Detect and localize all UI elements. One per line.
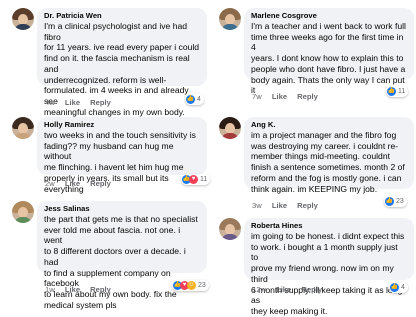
comment-time[interactable]: 12w xyxy=(252,285,266,294)
comment-bubble: Dr. Patricia Wen I'm a clinical psycholo… xyxy=(37,8,207,138)
love-reaction-icon: ♥ xyxy=(189,175,198,184)
avatar[interactable] xyxy=(219,117,241,139)
comment-time[interactable]: 3w xyxy=(252,201,262,210)
reaction-count: 4 xyxy=(401,284,405,291)
avatar[interactable] xyxy=(219,8,241,30)
like-button[interactable]: Like xyxy=(65,179,80,188)
commenter-name[interactable]: Ang K. xyxy=(251,120,407,130)
comment-bubble: Roberta Hines im going to be honest. i d… xyxy=(244,218,414,316)
haha-reaction-icon: ☺ xyxy=(187,281,196,290)
like-button[interactable]: Like xyxy=(272,201,287,210)
reaction-count: 23 xyxy=(396,198,404,205)
reaction-count: 11 xyxy=(398,88,406,95)
comment-time[interactable]: 2w xyxy=(45,179,55,188)
commenter-name[interactable]: Roberta Hines xyxy=(251,221,407,231)
reaction-count: 4 xyxy=(197,96,201,103)
reply-button[interactable]: Reply xyxy=(301,285,322,294)
reply-button[interactable]: Reply xyxy=(297,92,318,101)
like-reaction-icon: 👍 xyxy=(387,87,396,96)
comment-bubble: Ang K. im a project manager and the fibr… xyxy=(244,117,414,194)
comment-actions: 1w Like Reply xyxy=(45,285,119,295)
commenter-name[interactable]: Marlene Cosgrove xyxy=(251,11,407,21)
avatar[interactable] xyxy=(12,117,34,139)
reply-button[interactable]: Reply xyxy=(90,285,111,294)
reaction-badge[interactable]: 👍 ♥ ☺ 23 xyxy=(172,280,209,291)
comment-actions: 4w Like Reply xyxy=(45,98,119,108)
comment-text: the part that gets me is that no special… xyxy=(44,214,198,310)
like-reaction-icon: 👍 xyxy=(390,283,399,292)
reply-button[interactable]: Reply xyxy=(90,98,111,107)
avatar[interactable] xyxy=(219,218,241,240)
reaction-badge[interactable]: 👍 4 xyxy=(389,282,408,293)
reaction-badge[interactable]: 👍 ♥ 11 xyxy=(181,174,211,185)
like-button[interactable]: Like xyxy=(65,98,80,107)
like-reaction-icon: 👍 xyxy=(385,197,394,206)
comment-actions: 2w Like Reply xyxy=(45,179,119,189)
reaction-badge[interactable]: 👍 4 xyxy=(185,94,204,105)
reply-button[interactable]: Reply xyxy=(90,179,111,188)
like-reaction-icon: 👍 xyxy=(186,95,195,104)
reaction-badge[interactable]: 👍 23 xyxy=(384,196,407,207)
comment-actions: 3w Like Reply xyxy=(252,201,326,211)
reaction-count: 11 xyxy=(200,176,208,183)
like-button[interactable]: Like xyxy=(65,285,80,294)
comment-actions: 7w Like Reply xyxy=(252,92,326,102)
comment-text: im a project manager and the fibro fog w… xyxy=(251,130,405,194)
commenter-name[interactable]: Dr. Patricia Wen xyxy=(44,11,200,21)
like-button[interactable]: Like xyxy=(276,285,291,294)
comment-bubble: Marlene Cosgrove I'm a teacher and i wen… xyxy=(244,8,414,95)
reaction-badge[interactable]: 👍 11 xyxy=(386,86,409,97)
comment-actions: 12w Like Reply xyxy=(252,285,330,295)
avatar[interactable] xyxy=(12,8,34,30)
comment-bubble: Jess Salinas the part that gets me is th… xyxy=(37,201,207,310)
reaction-count: 23 xyxy=(198,282,206,289)
comment-time[interactable]: 4w xyxy=(45,98,55,107)
like-button[interactable]: Like xyxy=(272,92,287,101)
comment-text: im going to be honest. i didnt expect th… xyxy=(251,231,405,316)
commenter-name[interactable]: Holly Ramirez xyxy=(44,120,200,130)
comment-text: I'm a teacher and i went back to work fu… xyxy=(251,21,406,96)
comment-time[interactable]: 7w xyxy=(252,92,262,101)
avatar[interactable] xyxy=(12,201,34,223)
comment-time[interactable]: 1w xyxy=(45,285,55,294)
comment-bubble: Holly Ramirez two weeks in and the touch… xyxy=(37,117,207,194)
commenter-name[interactable]: Jess Salinas xyxy=(44,204,200,214)
reply-button[interactable]: Reply xyxy=(297,201,318,210)
